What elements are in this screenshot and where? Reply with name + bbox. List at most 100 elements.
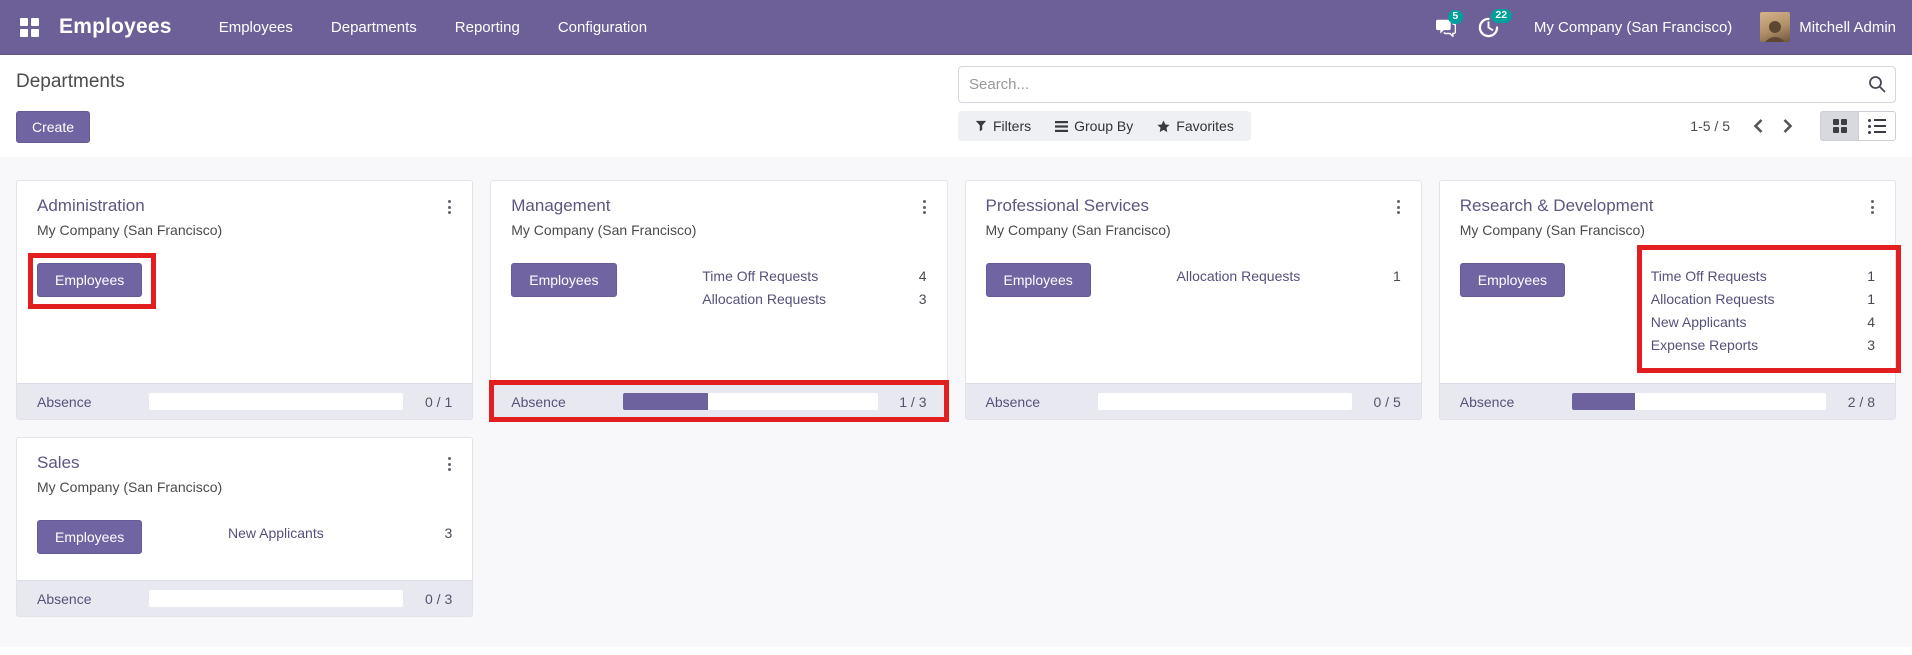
activities-icon[interactable]: 22: [1478, 8, 1512, 38]
group-by-button[interactable]: Group By: [1043, 111, 1145, 141]
stat-link[interactable]: Expense Reports: [1651, 334, 1758, 357]
kebab-menu-icon[interactable]: [443, 453, 456, 475]
messages-badge: 5: [1447, 9, 1463, 25]
pager-previous-button[interactable]: [1744, 114, 1773, 138]
stat-link[interactable]: Time Off Requests: [1651, 265, 1767, 288]
stat-link[interactable]: Time Off Requests: [702, 265, 818, 288]
employees-button[interactable]: Employees: [37, 520, 143, 554]
chevron-left-icon: [1753, 119, 1763, 133]
stat-value: 1: [1392, 268, 1401, 284]
search-box: [958, 66, 1896, 103]
employees-button-wrap: Employees: [27, 253, 157, 309]
kebab-menu-icon[interactable]: [443, 196, 456, 218]
department-company: My Company (San Francisco): [985, 222, 1171, 238]
page-title: Departments: [16, 71, 125, 92]
kebab-menu-icon[interactable]: [1392, 196, 1405, 218]
list-view-button[interactable]: [1858, 111, 1896, 141]
absence-row: Absence 2 / 8: [1439, 383, 1895, 419]
absence-row: Absence 0 / 1: [17, 383, 473, 419]
stat-link[interactable]: New Applicants: [228, 522, 324, 545]
avatar: [1760, 12, 1791, 42]
absence-link[interactable]: Absence: [37, 591, 149, 607]
absence-row: Absence 0 / 5: [965, 383, 1421, 419]
favorites-button[interactable]: Favorites: [1145, 111, 1246, 141]
app-title[interactable]: Employees: [59, 15, 172, 39]
stat-value: 4: [918, 268, 927, 284]
funnel-icon: [975, 120, 987, 132]
list-view-icon: [1868, 118, 1886, 134]
employees-button[interactable]: Employees: [1459, 263, 1566, 297]
kanban-view-icon: [1832, 119, 1847, 133]
stat-row: Allocation Requests 1: [1177, 265, 1401, 288]
stat-row: New Applicants 4: [1651, 311, 1875, 334]
employees-button-wrap: Employees: [511, 263, 617, 297]
department-company: My Company (San Francisco): [1459, 222, 1645, 238]
create-button[interactable]: Create: [16, 111, 91, 143]
stat-link[interactable]: New Applicants: [1651, 311, 1747, 334]
department-company: My Company (San Francisco): [37, 479, 223, 495]
absence-count: 1 / 3: [899, 393, 927, 410]
stat-value: 1: [1867, 291, 1875, 307]
department-name[interactable]: Management: [511, 196, 696, 216]
nav-item-configuration[interactable]: Configuration: [539, 0, 666, 55]
absence-link[interactable]: Absence: [37, 394, 149, 410]
view-switcher: [1820, 111, 1896, 141]
department-stats: Allocation Requests 1: [1177, 265, 1401, 288]
department-name[interactable]: Research & Development: [1460, 196, 1654, 216]
kebab-menu-icon[interactable]: [1866, 196, 1879, 218]
department-card: Administration My Company (San Francisco…: [16, 180, 474, 420]
filters-button[interactable]: Filters: [963, 111, 1043, 141]
search-icon[interactable]: [1867, 74, 1887, 99]
stat-link[interactable]: Allocation Requests: [1177, 265, 1301, 288]
nav-item-departments[interactable]: Departments: [312, 0, 436, 55]
messages-icon[interactable]: 5: [1435, 9, 1463, 37]
department-card: Professional Services My Company (San Fr…: [964, 180, 1422, 420]
absence-progress-fill: [623, 393, 708, 410]
activities-badge: 22: [1490, 8, 1512, 24]
stat-row: New Applicants 3: [228, 522, 452, 545]
absence-progressbar: [1097, 393, 1352, 410]
absence-link[interactable]: Absence: [1460, 394, 1572, 410]
stat-link[interactable]: Allocation Requests: [702, 288, 826, 311]
nav-item-employees[interactable]: Employees: [200, 0, 312, 55]
top-navbar: Employees Employees Departments Reporting C…: [0, 0, 1912, 55]
department-name[interactable]: Administration: [37, 196, 222, 216]
pager-next-button[interactable]: [1773, 114, 1802, 138]
department-card: Management My Company (San Francisco) Em…: [489, 180, 949, 422]
nav-item-reporting[interactable]: Reporting: [436, 0, 539, 55]
department-name[interactable]: Professional Services: [986, 196, 1171, 216]
user-name: Mitchell Admin: [1799, 18, 1896, 36]
search-options-bar: Filters Group By Favorites: [958, 111, 1251, 141]
absence-link[interactable]: Absence: [511, 394, 623, 410]
stat-value: 3: [1867, 337, 1875, 353]
star-icon: [1157, 119, 1170, 132]
department-company: My Company (San Francisco): [37, 222, 223, 238]
stat-link[interactable]: Allocation Requests: [1651, 288, 1775, 311]
kanban-grid: Administration My Company (San Francisco…: [0, 157, 1912, 647]
employees-button-wrap: Employees: [37, 520, 143, 554]
department-stats: Time Off Requests 1 Allocation Requests 1 Ne…: [1636, 245, 1902, 373]
stat-row: Expense Reports 3: [1651, 334, 1875, 357]
employees-button[interactable]: Employees: [511, 263, 617, 297]
kebab-menu-icon[interactable]: [918, 196, 931, 218]
apps-menu-icon[interactable]: [20, 17, 39, 37]
bars-icon: [1055, 120, 1069, 132]
absence-row: Absence 1 / 3: [489, 380, 949, 422]
absence-progressbar: [1571, 393, 1826, 410]
department-stats: Time Off Requests 4 Allocation Requests 3: [702, 265, 926, 311]
control-panel: Departments Create Filters: [0, 55, 1912, 157]
company-switcher[interactable]: My Company (San Francisco): [1534, 19, 1732, 36]
employees-button[interactable]: Employees: [37, 263, 143, 297]
department-name[interactable]: Sales: [37, 453, 222, 473]
user-menu[interactable]: Mitchell Admin: [1760, 12, 1896, 42]
search-input[interactable]: [958, 66, 1896, 103]
employees-button[interactable]: Employees: [985, 263, 1091, 297]
department-stats: New Applicants 3: [228, 522, 452, 545]
stat-value: 1: [1867, 268, 1875, 284]
stat-value: 3: [918, 291, 927, 307]
employees-button-wrap: Employees: [985, 263, 1091, 297]
kanban-view-button[interactable]: [1820, 111, 1858, 141]
absence-link[interactable]: Absence: [986, 394, 1098, 410]
absence-progress-fill: [1571, 393, 1636, 410]
stat-row: Time Off Requests 1: [1651, 265, 1875, 288]
